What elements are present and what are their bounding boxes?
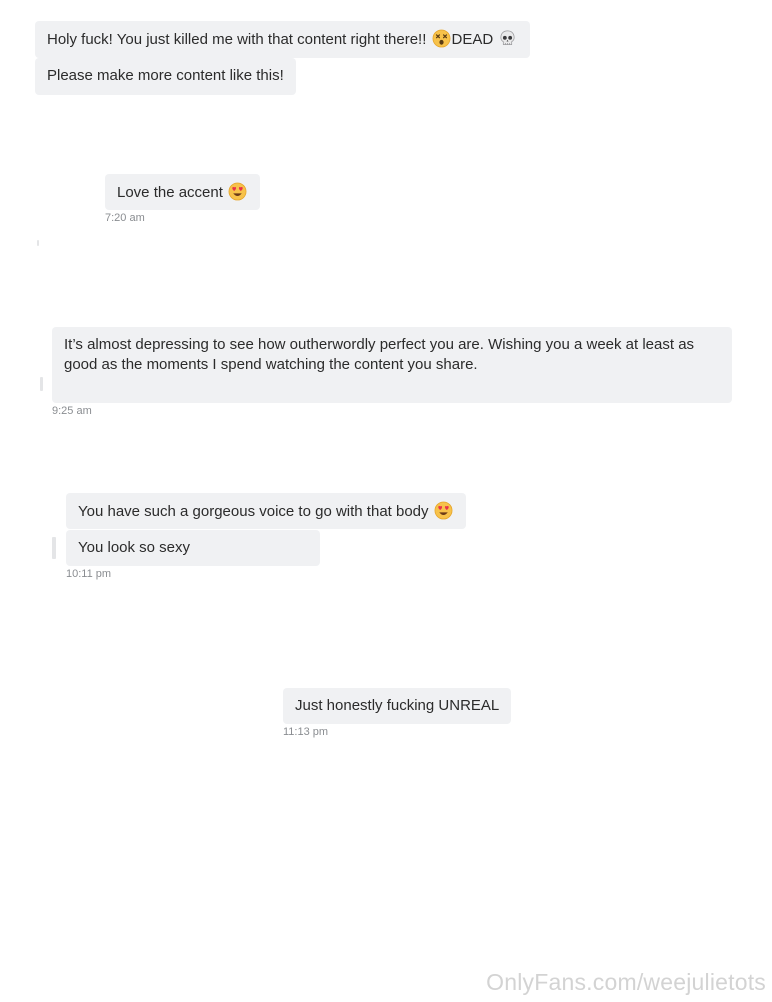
- message-bubble: Holy fuck! You just killed me with that …: [35, 21, 531, 58]
- message-text: It’s almost depressing to see how outher…: [64, 336, 695, 373]
- message-text: You look so sexy: [78, 539, 191, 556]
- message-text: You have such a gorgeous voice to go wit…: [78, 503, 429, 520]
- message-text: Holy fuck! You just killed me with that …: [47, 31, 427, 48]
- heart-eyes-emoji-icon: [434, 501, 453, 520]
- message-bubble: Love the accent: [105, 174, 261, 210]
- message-text: Please make more content like this!: [47, 67, 284, 84]
- message-bubble: It’s almost depressing to see how outher…: [52, 327, 732, 403]
- message-text: Just honestly fucking UNREAL: [295, 697, 500, 714]
- selection-edge-marker: [37, 240, 39, 246]
- dizzy-face-emoji-icon: [432, 29, 450, 48]
- message-text-suffix: DEAD: [451, 31, 494, 48]
- selection-edge-marker: [52, 537, 56, 559]
- heart-eyes-emoji-icon: [228, 182, 247, 201]
- message-timestamp: 7:20 am: [105, 212, 145, 224]
- message-text: Love the accent: [117, 184, 223, 201]
- message-bubble: Just honestly fucking UNREAL: [283, 688, 512, 724]
- message-timestamp: 10:11 pm: [66, 568, 112, 580]
- message-bubble: You look so sexy: [66, 530, 320, 566]
- message-timestamp: 11:13 pm: [283, 726, 329, 738]
- selection-edge-marker: [40, 377, 43, 391]
- message-bubble: Please make more content like this!: [35, 58, 296, 95]
- message-bubble: You have such a gorgeous voice to go wit…: [66, 493, 466, 529]
- message-timestamp: 9:25 am: [52, 405, 92, 417]
- skull-emoji-icon: [500, 30, 515, 46]
- watermark: OnlyFans.com/weejulietots: [486, 969, 766, 995]
